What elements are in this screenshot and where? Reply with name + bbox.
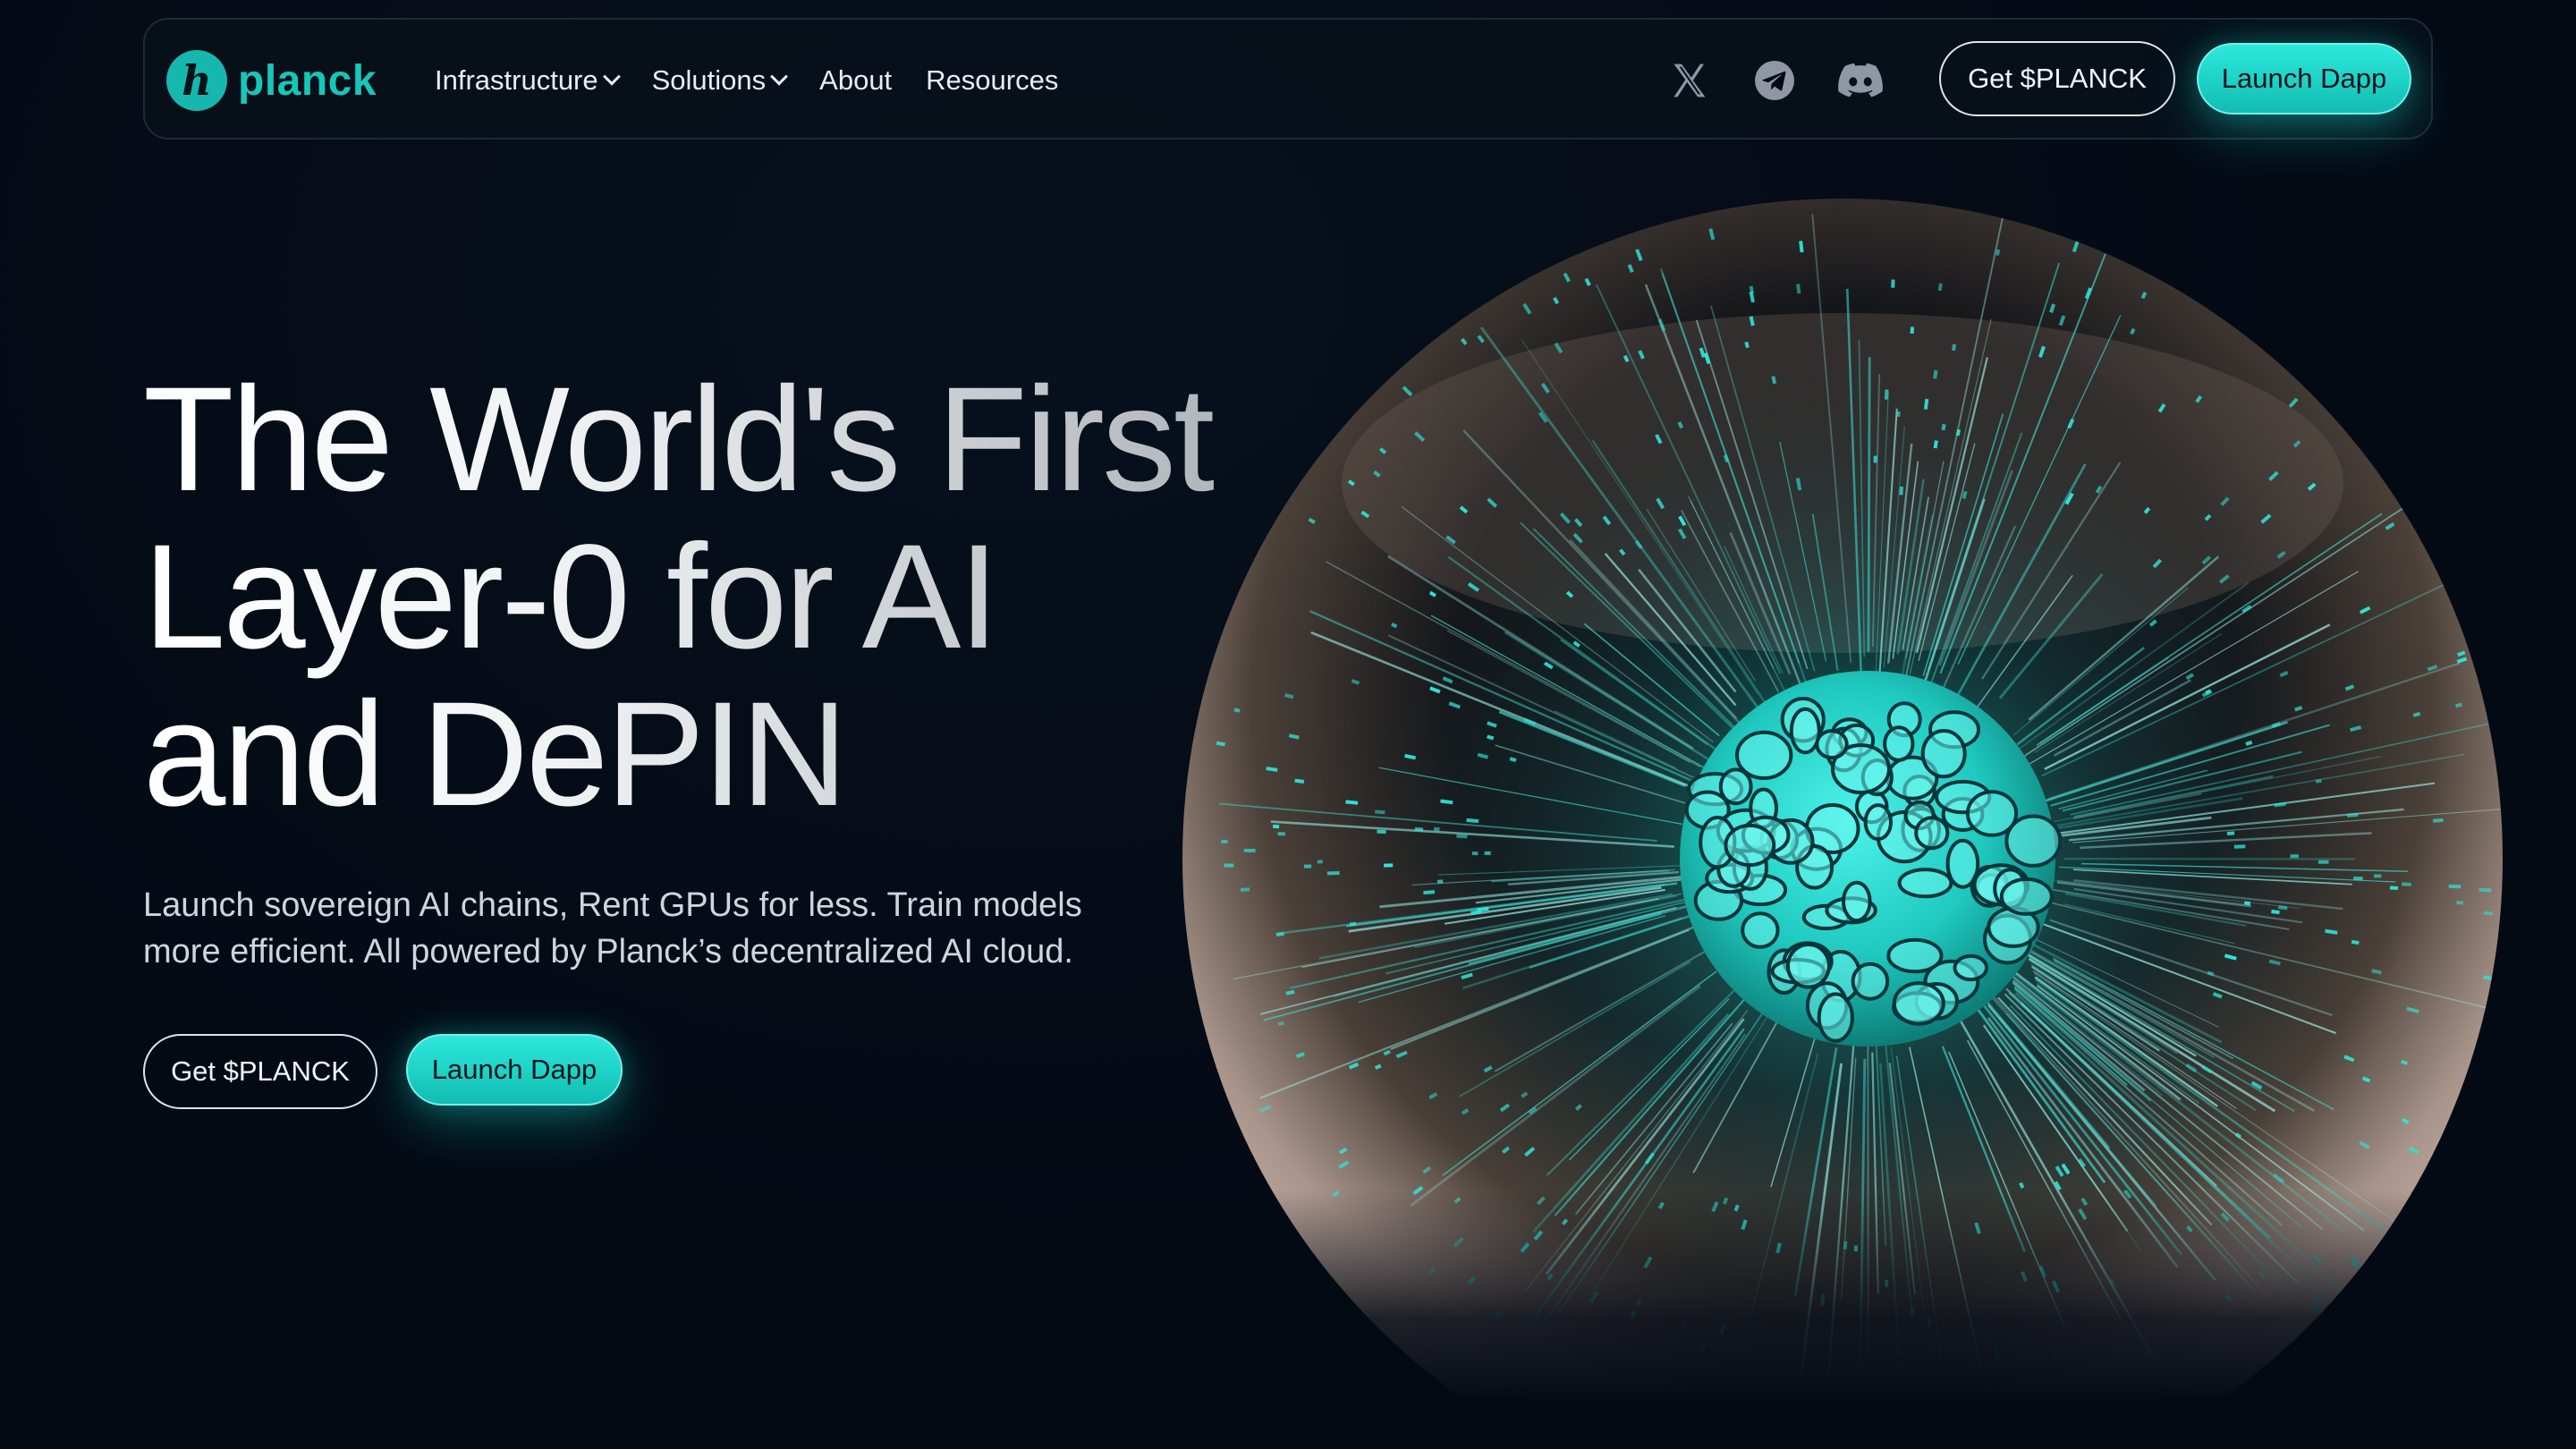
page: h planck Infrastructure Solutions About … (0, 0, 2576, 1449)
subtitle-line-2: more efficient. All powered by Planck’s … (143, 933, 1073, 970)
brand-logo[interactable]: h planck (166, 48, 377, 113)
chevron-down-icon (602, 67, 621, 86)
headline-line-3: and DePIN (143, 672, 846, 837)
nav-item-solutions[interactable]: Solutions (651, 64, 789, 97)
nav-item-label: Infrastructure (435, 64, 598, 96)
nav-item-infrastructure[interactable]: Infrastructure (435, 64, 621, 97)
nav-item-label: Solutions (651, 64, 767, 96)
subtitle-line-1: Launch sovereign AI chains, Rent GPUs fo… (143, 886, 1082, 924)
discord-icon[interactable] (1837, 57, 1884, 104)
x-icon[interactable] (1665, 57, 1712, 104)
nav-item-about[interactable]: About (819, 64, 892, 97)
hero-subtitle: Launch sovereign AI chains, Rent GPUs fo… (143, 882, 1163, 975)
headline-line-1: The World's First (143, 357, 1213, 522)
headline-line-2: Layer-0 for AI (143, 514, 997, 680)
top-navbar: h planck Infrastructure Solutions About … (143, 18, 2433, 140)
hero-launch-dapp-button[interactable]: Launch Dapp (406, 1034, 623, 1106)
planck-logo-icon: h (166, 50, 227, 111)
brand-name: planck (238, 56, 377, 105)
hero-get-planck-button[interactable]: Get $PLANCK (143, 1034, 377, 1109)
main-menu: Infrastructure Solutions About Resources (435, 20, 1092, 141)
telegram-icon[interactable] (1751, 57, 1798, 104)
launch-dapp-button[interactable]: Launch Dapp (2197, 43, 2411, 114)
chevron-down-icon (770, 67, 789, 86)
nav-item-label: Resources (926, 64, 1059, 96)
get-planck-button[interactable]: Get $PLANCK (1939, 41, 2175, 116)
nav-item-label: About (819, 64, 893, 96)
orb-bottom-fade (1073, 1190, 2576, 1449)
social-links (1665, 20, 1923, 141)
hero-headline: The World's First Layer-0 for AI and DeP… (143, 361, 1324, 834)
nav-item-resources[interactable]: Resources (926, 64, 1058, 97)
